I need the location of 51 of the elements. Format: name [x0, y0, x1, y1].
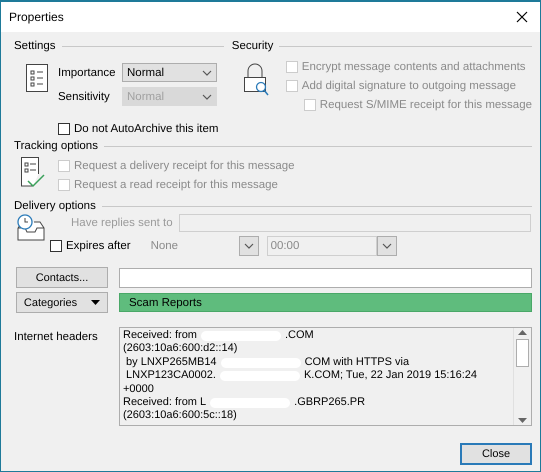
inbox-clock-icon: [16, 214, 46, 242]
field-label: Internet headers: [14, 330, 99, 345]
categories-button[interactable]: Categories: [16, 292, 108, 313]
checklist-icon: [20, 156, 46, 188]
scroll-down-icon[interactable]: [518, 418, 527, 423]
dropdown-button[interactable]: [376, 236, 397, 256]
checkbox-label: Add digital signature to outgoing message: [302, 80, 516, 92]
chevron-icon: [202, 70, 212, 76]
field-label: Importance: [58, 66, 117, 78]
header-text: Received: from L: [123, 396, 206, 410]
input-field[interactable]: [119, 268, 532, 288]
header-text: K.COM; Tue, 22 Jan 2019 15:16:24: [304, 369, 478, 383]
chevron-icon: [244, 243, 254, 249]
header-text: (2603:10a6:600:d2::14): [123, 342, 238, 356]
checkbox[interactable]: [50, 240, 62, 252]
chevron-icon: [382, 243, 392, 249]
scroll-up-icon[interactable]: [518, 330, 527, 335]
header-text: Received: from: [123, 329, 197, 342]
header-text: (2603:10a6:600:5c::18): [123, 409, 237, 423]
field-label: Have replies sent to: [71, 217, 173, 229]
window-title: Properties: [9, 10, 64, 24]
checkbox-label: Request S/MIME receipt for this message: [320, 98, 532, 110]
header-text: by LNXP265MB14: [125, 356, 217, 370]
checkbox-label: Request a read receipt for this message: [74, 178, 278, 190]
checkbox-label: Do not AutoArchive this item: [74, 122, 218, 134]
list-icon: [26, 64, 48, 92]
checkbox-label: Request a delivery receipt for this message: [74, 160, 295, 172]
group-title: Delivery options: [14, 200, 96, 212]
date-value: None: [150, 240, 180, 252]
caret-icon: [91, 300, 100, 305]
category-tag: Scam Reports: [119, 293, 532, 312]
dropdown[interactable]: Normal: [122, 63, 217, 82]
dropdown-button[interactable]: [238, 236, 259, 256]
header-text: .COM: [284, 329, 314, 342]
chevron-icon: [202, 94, 212, 100]
checkbox-label: Encrypt message contents and attachments: [302, 60, 526, 72]
checkbox-label: Expires after: [66, 240, 131, 252]
header-text: LNXP123CA0002.: [125, 369, 216, 383]
group-title: Tracking options: [14, 140, 98, 152]
header-text: .GBRP265.PR: [294, 396, 366, 410]
group-title: Security: [232, 40, 274, 52]
contacts-button[interactable]: Contacts...: [16, 267, 108, 288]
headers-text-area[interactable]: Received: from .COM (2603:10a6:600:d2::14) by LNXP265MB14 COM with HTTPS via LNXP123CA0002. K.COM; Tue, 22 Jan 2019 15:16:24 +0000 Received: from L .GBRP265.PR (2603:10a6:600:5c::18): [119, 327, 532, 426]
checkbox[interactable]: [58, 122, 70, 134]
header-text: COM with HTTPS via: [304, 356, 410, 370]
group-title: Settings: [14, 40, 56, 52]
field-label: Sensitivity: [58, 90, 111, 102]
scroll-thumb[interactable]: [516, 339, 529, 367]
header-text: +0000: [123, 382, 154, 396]
close-button[interactable]: Close: [460, 443, 532, 465]
lock-icon: [242, 63, 270, 97]
